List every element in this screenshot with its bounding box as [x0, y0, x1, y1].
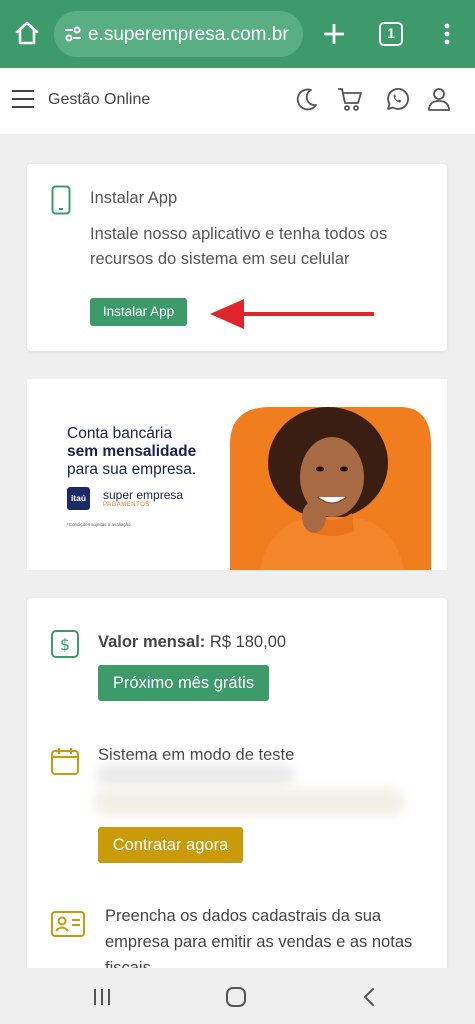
- id-card-icon: [51, 911, 85, 937]
- user-icon[interactable]: [426, 86, 452, 112]
- subscription-card: $ Valor mensal: R$ 180,00 Próximo mês gr…: [27, 598, 447, 973]
- home-button-icon[interactable]: [225, 986, 247, 1008]
- monthly-value-amount: R$ 180,00: [209, 633, 287, 651]
- url-text[interactable]: e.superempresa.com.br: [88, 24, 289, 46]
- monthly-value-label: Valor mensal:: [98, 633, 206, 651]
- monthly-value: Valor mensal: R$ 180,00: [98, 633, 286, 652]
- red-arrow-icon: [210, 299, 374, 329]
- more-vert-icon[interactable]: [437, 22, 457, 46]
- banner-line-3: para sua empresa.: [67, 461, 197, 478]
- moon-icon[interactable]: [294, 86, 320, 112]
- plus-icon[interactable]: [320, 20, 348, 48]
- install-app-button[interactable]: Instalar App: [90, 298, 187, 326]
- install-card-description: Instale nosso aplicativo e tenha todos o…: [90, 225, 388, 268]
- banner-fine-print: *Condições sujeitas a avaliação: [67, 522, 131, 527]
- banner-line-2: sem mensalidade: [67, 443, 197, 460]
- cart-icon[interactable]: [337, 86, 363, 112]
- android-nav-bar: [0, 968, 475, 1024]
- address-bar[interactable]: e.superempresa.com.br: [54, 11, 303, 57]
- app-header: Gestão Online: [0, 68, 475, 134]
- banner-woman-image: [230, 407, 431, 570]
- svg-text:$: $: [60, 635, 70, 654]
- app-title: Gestão Online: [48, 91, 151, 108]
- register-company-text: Preencha os dados cadastrais da sua empr…: [105, 907, 413, 973]
- smartphone-icon: [51, 185, 71, 215]
- dollar-icon: $: [51, 630, 79, 658]
- pagamentos-label: PAGAMENTOS: [103, 502, 150, 508]
- recent-apps-icon[interactable]: [91, 986, 113, 1008]
- promo-banner[interactable]: Conta bancária sem mensalidade para sua …: [27, 379, 447, 570]
- whatsapp-icon[interactable]: [384, 86, 410, 112]
- banner-line-1: Conta bancária: [67, 425, 173, 442]
- back-icon[interactable]: [358, 986, 380, 1008]
- super-empresa-logo: super empresa: [103, 488, 184, 502]
- redacted-text: [95, 764, 295, 786]
- trial-mode-label: Sistema em modo de teste: [98, 746, 295, 764]
- browser-toolbar: e.superempresa.com.br 1: [0, 0, 475, 68]
- calendar-icon: [51, 748, 79, 775]
- hire-now-button[interactable]: Contratar agora: [98, 827, 243, 863]
- next-month-free-button[interactable]: Próximo mês grátis: [98, 665, 269, 701]
- itau-logo: itaú: [67, 487, 90, 510]
- redacted-text: [93, 788, 405, 816]
- tab-switcher-icon[interactable]: 1: [379, 22, 403, 46]
- install-card-title: Instalar App: [90, 189, 178, 207]
- menu-icon[interactable]: [12, 89, 34, 109]
- home-icon[interactable]: [14, 20, 40, 46]
- tune-icon[interactable]: [62, 23, 84, 45]
